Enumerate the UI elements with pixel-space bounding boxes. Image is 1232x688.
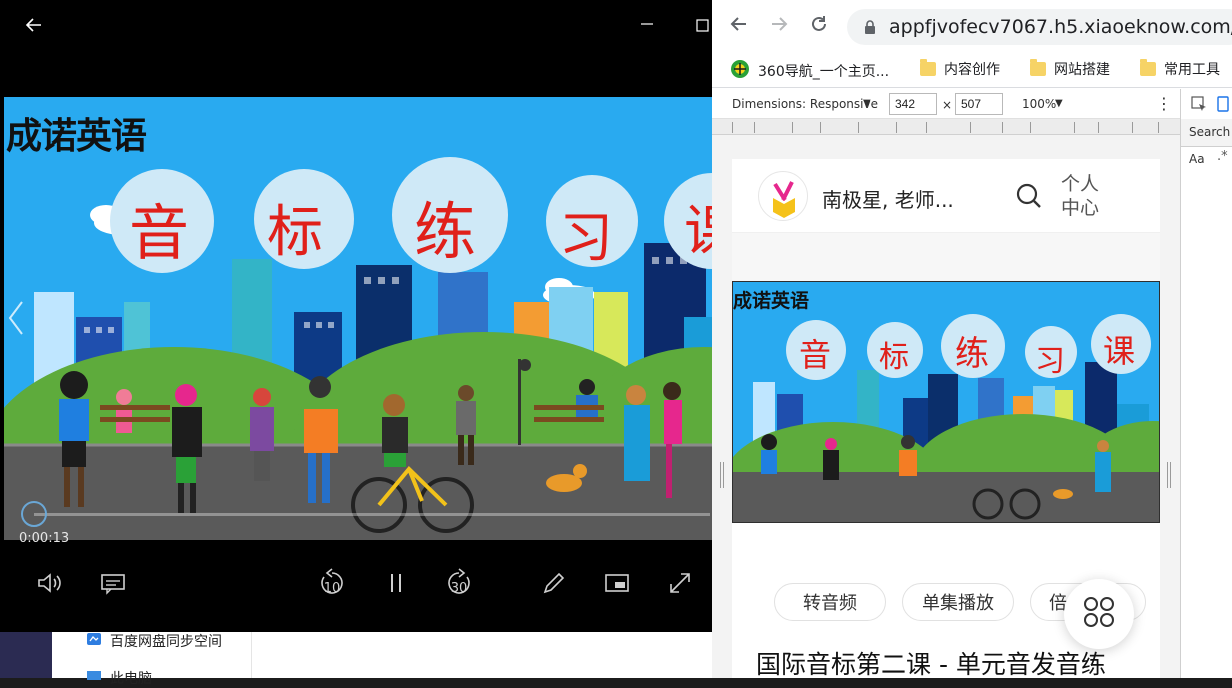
- address-bar[interactable]: appfjvofecv7067.h5.xiaoeknow.com/p/co: [847, 9, 1232, 45]
- height-input[interactable]: [955, 93, 1003, 115]
- bubble-text: 习: [559, 206, 613, 269]
- inspect-element-icon[interactable]: [1191, 96, 1207, 116]
- explorer-item-label: 百度网盘同步空间: [110, 634, 222, 650]
- progress-knob[interactable]: [21, 501, 47, 527]
- course-video[interactable]: 成诺英语 音 标 练 习 课: [732, 281, 1160, 523]
- volume-icon[interactable]: [34, 567, 66, 599]
- reload-icon[interactable]: [807, 14, 831, 38]
- bubble-text: 标: [267, 200, 323, 265]
- bubble-text: 音: [129, 199, 189, 269]
- devtools-side-panel: Search Aa .*: [1180, 89, 1232, 678]
- floating-menu-button[interactable]: [1064, 579, 1134, 649]
- resize-handle-right[interactable]: [1167, 462, 1171, 488]
- cloud-folder-icon: [86, 631, 102, 651]
- single-play-button[interactable]: 单集播放: [902, 583, 1014, 621]
- zoom-dropdown[interactable]: 100%: [1022, 97, 1056, 111]
- 360-icon: [730, 59, 750, 83]
- subtitles-icon[interactable]: [97, 567, 129, 599]
- explorer-item-label: 此电脑: [110, 671, 152, 687]
- previous-arrow-icon[interactable]: [6, 300, 26, 344]
- forward-icon[interactable]: 30: [443, 567, 475, 599]
- device-toolbar: Dimensions: Responsive ▼ × 100% ▼ ⋮: [712, 89, 1180, 119]
- explorer-item-computer[interactable]: 此电脑: [86, 668, 152, 688]
- bubble-text: 练: [955, 334, 989, 374]
- elapsed-time: 0:00:13: [19, 531, 70, 546]
- bubble-text: 习: [1035, 344, 1065, 379]
- rewind-seconds: 10: [323, 581, 341, 596]
- browser-window: appfjvofecv7067.h5.xiaoeknow.com/p/co 36…: [712, 0, 1232, 678]
- bookmark-label: 内容创作: [944, 62, 1000, 78]
- dimensions-dropdown[interactable]: Dimensions: Responsive: [732, 97, 878, 111]
- more-options-icon[interactable]: ⋮: [1156, 94, 1172, 113]
- folder-icon: [1030, 59, 1046, 76]
- device-toggle-icon[interactable]: [1215, 96, 1231, 116]
- back-arrow-icon[interactable]: [24, 15, 44, 40]
- video-frame[interactable]: 成诺英语 音 标 练 习 课: [4, 97, 712, 540]
- dropdown-caret-icon[interactable]: ▼: [863, 98, 871, 109]
- lock-icon[interactable]: [863, 19, 877, 39]
- shop-name: 南极星, 老师...: [822, 188, 954, 212]
- video-title-overlay: 成诺英语: [733, 290, 810, 312]
- bubble-text: 音: [799, 336, 832, 374]
- match-case-button[interactable]: Aa: [1189, 152, 1205, 166]
- edit-pen-icon[interactable]: [538, 567, 570, 599]
- bookmark-content[interactable]: 内容创作: [920, 59, 1000, 79]
- mini-view-icon[interactable]: [601, 567, 633, 599]
- forward-seconds: 30: [450, 581, 468, 596]
- resize-handle-left[interactable]: [720, 462, 724, 488]
- search-icon[interactable]: [1015, 182, 1043, 210]
- bubble-text: 课: [684, 200, 712, 265]
- bubble-text: 课: [1103, 332, 1136, 370]
- user-center-link[interactable]: 个人中心: [1061, 172, 1107, 220]
- bookmark-360[interactable]: 360导航_一个主页...: [730, 59, 889, 83]
- explorer-divider: [251, 632, 252, 678]
- explorer-sidebar-strip: [0, 632, 52, 678]
- player-top-bar: [0, 0, 712, 97]
- bookmarks-bar: 360导航_一个主页... 内容创作 网站搭建 常用工具: [712, 52, 1232, 88]
- devtools-tabs: Search: [1181, 119, 1232, 147]
- video-scene-illustration: [4, 97, 712, 540]
- explorer-item-baidu[interactable]: 百度网盘同步空间: [86, 631, 222, 651]
- fullscreen-icon[interactable]: [664, 567, 696, 599]
- bookmark-label: 常用工具: [1164, 62, 1220, 78]
- dropdown-caret-icon[interactable]: ▼: [1055, 98, 1063, 109]
- mobile-page: 南极星, 老师... 个人中心 成诺英语 音 标 练 习 课 转音频 单集播放 …: [732, 159, 1160, 678]
- bubble-text: 标: [879, 340, 909, 375]
- shop-logo[interactable]: [758, 171, 808, 221]
- bookmark-tools[interactable]: 常用工具: [1140, 59, 1220, 79]
- minimize-icon[interactable]: [640, 16, 654, 36]
- convert-audio-button[interactable]: 转音频: [774, 583, 886, 621]
- url-text: appfjvofecv7067.h5.xiaoeknow.com/p/co: [889, 16, 1232, 38]
- video-player-window: 成诺英语 音 标 练 习 课 0:00:13 10 30: [0, 0, 712, 632]
- tab-search[interactable]: Search: [1189, 125, 1230, 139]
- rewind-icon[interactable]: 10: [316, 567, 348, 599]
- regex-icon[interactable]: .*: [1217, 149, 1228, 164]
- progress-bar[interactable]: [34, 513, 710, 516]
- times-sign: ×: [942, 98, 953, 112]
- media-query-ruler: [712, 119, 1180, 135]
- width-input[interactable]: [889, 93, 937, 115]
- bookmark-label: 网站搭建: [1054, 62, 1110, 78]
- bookmark-site[interactable]: 网站搭建: [1030, 59, 1110, 79]
- page-header: 南极星, 老师... 个人中心: [732, 159, 1160, 233]
- grid-menu-icon: [1082, 595, 1116, 633]
- back-icon[interactable]: [727, 14, 751, 38]
- video-thumbnail: [733, 282, 1159, 522]
- bubble-text: 练: [414, 195, 477, 268]
- pause-icon[interactable]: [380, 567, 412, 599]
- folder-icon: [1140, 59, 1156, 76]
- video-title-overlay: 成诺英语: [6, 116, 147, 157]
- maximize-icon[interactable]: [696, 18, 710, 38]
- browser-nav-bar: appfjvofecv7067.h5.xiaoeknow.com/p/co: [712, 0, 1232, 52]
- course-title: 国际音标第二课 - 单元音发音练: [756, 650, 1106, 678]
- header-spacer: [732, 233, 1160, 281]
- folder-icon: [920, 59, 936, 76]
- computer-icon: [86, 668, 102, 688]
- forward-icon[interactable]: [767, 14, 791, 38]
- bookmark-label: 360导航_一个主页...: [758, 64, 890, 80]
